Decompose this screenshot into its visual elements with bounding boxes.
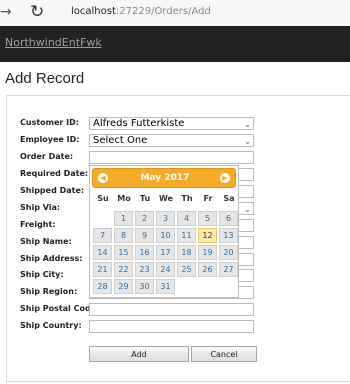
- label-ship-region: Ship Region:: [20, 287, 78, 296]
- chevron-down-icon: ⌄: [244, 137, 251, 146]
- ship-postal-code-input[interactable]: [89, 303, 254, 316]
- calendar-day[interactable]: 11: [177, 228, 196, 243]
- label-employee-id: Employee ID:: [20, 135, 80, 144]
- back-arrow-icon[interactable]: →: [0, 4, 12, 20]
- label-freight: Freight:: [20, 220, 56, 229]
- employee-id-select[interactable]: Select One ⌄: [89, 134, 254, 147]
- customer-id-select[interactable]: Alfreds Futterkiste ⌄: [89, 117, 254, 130]
- add-button[interactable]: Add: [89, 346, 189, 362]
- next-month-icon[interactable]: ▶: [220, 173, 230, 183]
- calendar-day[interactable]: 4: [177, 211, 196, 226]
- label-ship-country: Ship Country:: [20, 321, 82, 330]
- weekday-header: Th: [181, 194, 193, 203]
- employee-id-value: Select One: [93, 135, 148, 146]
- url-path: :27229/Orders/Add: [115, 6, 211, 17]
- weekday-header: Fr: [203, 194, 213, 203]
- calendar-day[interactable]: 20: [219, 245, 238, 260]
- calendar-day[interactable]: 7: [93, 228, 112, 243]
- label-shipped-date: Shipped Date:: [20, 186, 85, 195]
- calendar-day[interactable]: 3: [156, 211, 175, 226]
- label-order-date: Order Date:: [20, 152, 74, 161]
- calendar-day[interactable]: 19: [198, 245, 217, 260]
- label-ship-address: Ship Address:: [20, 254, 83, 263]
- calendar-day[interactable]: 5: [198, 211, 217, 226]
- calendar-day[interactable]: 22: [114, 262, 133, 277]
- calendar-day[interactable]: 28: [93, 279, 112, 294]
- calendar-day[interactable]: 2: [135, 211, 154, 226]
- weekday-header: Mo: [117, 194, 131, 203]
- datepicker-header: ◀ May 2017 ▶: [92, 168, 236, 188]
- calendar-day[interactable]: 29: [114, 279, 133, 294]
- calendar-day[interactable]: 6: [219, 211, 238, 226]
- browser-toolbar: → ↻ localhost:27229/Orders/Add: [0, 0, 350, 26]
- calendar-day[interactable]: 12: [198, 228, 217, 243]
- calendar-day[interactable]: 25: [177, 262, 196, 277]
- label-ship-via: Ship Via:: [20, 203, 61, 212]
- page-title: Add Record: [5, 70, 85, 87]
- calendar-day[interactable]: 30: [135, 279, 154, 294]
- chevron-down-icon: ⌄: [244, 205, 251, 214]
- weekday-header: Sa: [223, 194, 235, 203]
- calendar-day[interactable]: 21: [93, 262, 112, 277]
- address-bar[interactable]: localhost:27229/Orders/Add: [71, 6, 211, 17]
- weekday-header: Tu: [139, 194, 151, 203]
- calendar-day[interactable]: 9: [135, 228, 154, 243]
- datepicker-popup: ◀ May 2017 ▶ Su Mo Tu We Th Fr Sa 1 2 3 4 5 6 7 8 9 10 11…: [89, 165, 239, 298]
- label-required-date: Required Date:: [20, 169, 89, 178]
- calendar-day[interactable]: 27: [219, 262, 238, 277]
- calendar-day[interactable]: 26: [198, 262, 217, 277]
- label-ship-name: Ship Name:: [20, 237, 72, 246]
- calendar-day[interactable]: 23: [135, 262, 154, 277]
- label-customer-id: Customer ID:: [20, 118, 79, 127]
- cancel-button[interactable]: Cancel: [191, 346, 257, 362]
- brand-link[interactable]: NorthwindEntFwk: [5, 36, 102, 49]
- order-date-input[interactable]: [89, 151, 254, 164]
- weekday-header: Su: [97, 194, 109, 203]
- label-ship-city: Ship City:: [20, 270, 64, 279]
- calendar-day[interactable]: 1: [114, 211, 133, 226]
- chevron-down-icon: ⌄: [244, 120, 251, 129]
- weekday-header: We: [159, 194, 173, 203]
- calendar-day[interactable]: 13: [219, 228, 238, 243]
- label-ship-postal-code: Ship Postal Code:: [20, 304, 100, 313]
- url-host: localhost: [71, 6, 116, 17]
- calendar-day[interactable]: 24: [156, 262, 175, 277]
- calendar-day[interactable]: 18: [177, 245, 196, 260]
- calendar-day[interactable]: 14: [93, 245, 112, 260]
- refresh-icon[interactable]: ↻: [30, 2, 44, 22]
- calendar-day[interactable]: 10: [156, 228, 175, 243]
- ship-country-input[interactable]: [89, 320, 254, 333]
- calendar-day[interactable]: 16: [135, 245, 154, 260]
- datepicker-month-title: May 2017: [140, 173, 190, 183]
- calendar-day[interactable]: 17: [156, 245, 175, 260]
- customer-id-value: Alfreds Futterkiste: [93, 118, 185, 129]
- calendar-day[interactable]: 15: [114, 245, 133, 260]
- calendar-day[interactable]: 8: [114, 228, 133, 243]
- calendar-day[interactable]: 31: [156, 279, 175, 294]
- navbar: NorthwindEntFwk: [0, 26, 350, 62]
